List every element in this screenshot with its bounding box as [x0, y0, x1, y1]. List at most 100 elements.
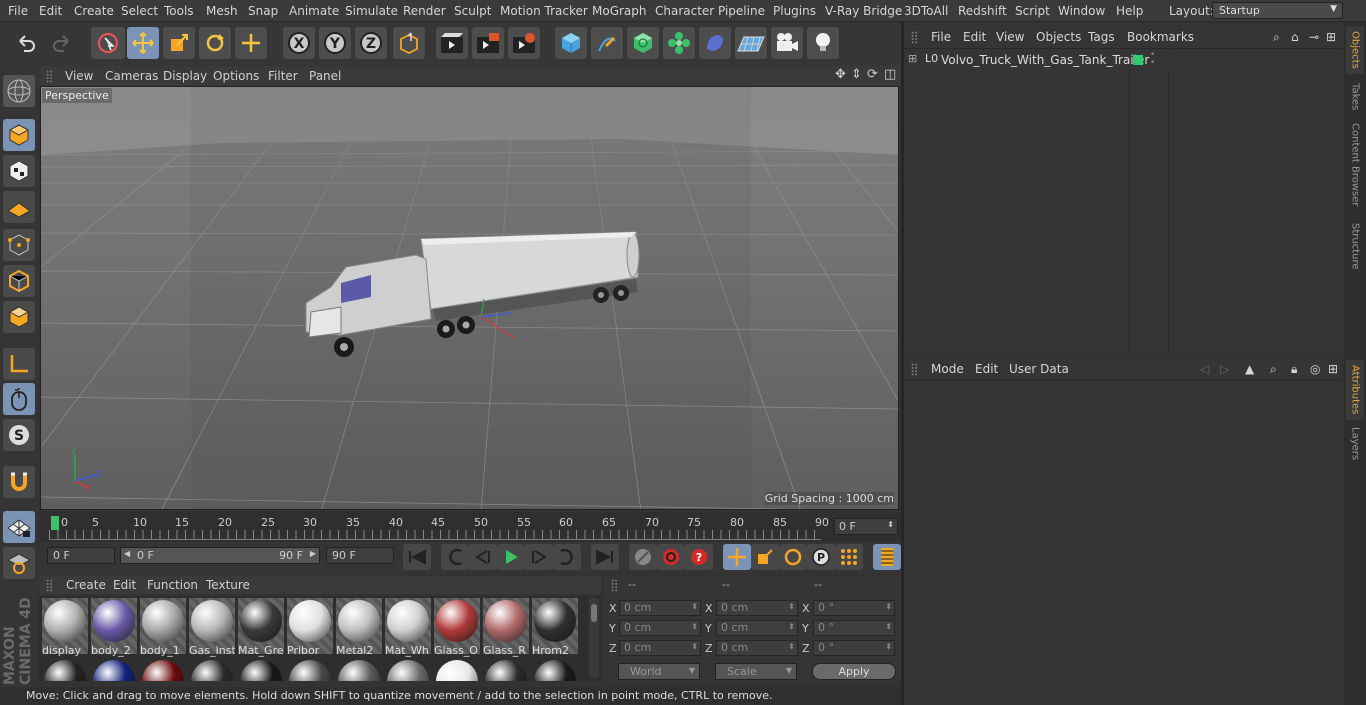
previous-frame-button[interactable]: [469, 544, 497, 570]
go-to-start-button[interactable]: [403, 544, 431, 570]
apply-button[interactable]: Apply: [812, 663, 896, 680]
menu-animate[interactable]: Animate: [289, 4, 339, 18]
magnet-button[interactable]: [3, 466, 35, 498]
rotate-view-icon[interactable]: ⟳: [867, 67, 878, 82]
viewport-menu-view[interactable]: View: [65, 69, 93, 83]
stepper-icon[interactable]: ⬍: [788, 602, 795, 611]
material-swatch[interactable]: [189, 658, 235, 681]
material-swatch[interactable]: Glass_R: [483, 598, 529, 657]
rotation-field[interactable]: 0 ° ⬍: [813, 640, 895, 656]
perspective-viewport[interactable]: Y Z X Grid Spacing : 1000 cm: [40, 86, 899, 510]
position-field[interactable]: 0 cm ⬍: [619, 600, 701, 616]
tab-layers[interactable]: Layers: [1346, 424, 1364, 464]
forward-arrow-icon[interactable]: ▷: [1220, 362, 1229, 376]
menu-render[interactable]: Render: [403, 4, 446, 18]
object-menu-objects[interactable]: Objects: [1036, 30, 1081, 44]
record-disabled-button[interactable]: [629, 544, 657, 570]
material-swatch[interactable]: [287, 658, 333, 681]
object-menu-bookmarks[interactable]: Bookmarks: [1127, 30, 1194, 44]
polygons-mode-button[interactable]: [3, 301, 35, 333]
attribute-menu-mode[interactable]: Mode: [931, 362, 964, 376]
maximize-view-icon[interactable]: ◫: [884, 67, 896, 82]
material-swatch[interactable]: [336, 658, 382, 681]
expand-icon[interactable]: ⊞: [908, 52, 917, 65]
material-menu-function[interactable]: Function: [147, 578, 198, 592]
menu-character[interactable]: Character: [655, 4, 714, 18]
next-frame-button[interactable]: [525, 544, 553, 570]
snap-toggle-button[interactable]: S: [3, 419, 35, 451]
material-swatch[interactable]: body_2: [91, 598, 137, 657]
timeline-window-button[interactable]: [873, 544, 901, 570]
material-swatch[interactable]: [434, 658, 480, 681]
position-field[interactable]: 0 cm ⬍: [619, 640, 701, 656]
object-row[interactable]: ⊞ L0 Volvo_Truck_With_Gas_Tank_Trailer •…: [905, 50, 1341, 70]
material-swatch[interactable]: Pribor: [287, 598, 333, 657]
pen-spline-button[interactable]: [591, 27, 623, 59]
tab-attributes[interactable]: Attributes: [1346, 360, 1364, 420]
key-rotation-button[interactable]: [779, 544, 807, 570]
coordinate-system-button[interactable]: [393, 27, 425, 59]
object-menu-file[interactable]: File: [931, 30, 951, 44]
viewport-menu-panel[interactable]: Panel: [309, 69, 341, 83]
material-swatch[interactable]: Mat_Wh: [385, 598, 431, 657]
autokeying-button[interactable]: ?: [685, 544, 713, 570]
attribute-menu-edit[interactable]: Edit: [975, 362, 998, 376]
menu-edit[interactable]: Edit: [39, 4, 62, 18]
viewport-menu-cameras[interactable]: Cameras: [105, 69, 158, 83]
menu-tools[interactable]: Tools: [164, 4, 194, 18]
rotation-field[interactable]: 0 ° ⬍: [813, 600, 895, 616]
workplane-lock-button[interactable]: [3, 511, 35, 543]
position-field[interactable]: 0 cm ⬍: [619, 620, 701, 636]
rotate-tool-button[interactable]: [199, 27, 231, 59]
key-position-button[interactable]: [723, 544, 751, 570]
stepper-icon[interactable]: ⬍: [788, 642, 795, 651]
object-menu-edit[interactable]: Edit: [963, 30, 986, 44]
select-tool-button[interactable]: [91, 27, 125, 59]
link-icon[interactable]: ⊸: [1309, 30, 1319, 44]
rotation-field[interactable]: 0 ° ⬍: [813, 620, 895, 636]
material-swatch[interactable]: Hrom2: [532, 598, 578, 657]
menu-mesh[interactable]: Mesh: [206, 4, 238, 18]
live-select-button[interactable]: [235, 27, 267, 59]
tab-takes[interactable]: Takes: [1346, 78, 1364, 116]
previous-key-button[interactable]: [441, 544, 469, 570]
timeline-ruler[interactable]: [39, 512, 901, 542]
menu-mograph[interactable]: MoGraph: [592, 4, 647, 18]
scale-tool-button[interactable]: [163, 27, 195, 59]
cloner-button[interactable]: [663, 27, 695, 59]
render-view-button[interactable]: [436, 27, 468, 59]
home-icon[interactable]: ⌂: [1291, 30, 1299, 44]
menu-pipeline[interactable]: Pipeline: [718, 4, 765, 18]
viewport-menu-display[interactable]: Display: [163, 69, 207, 83]
up-arrow-icon[interactable]: ▲: [1245, 362, 1254, 376]
end-frame-field[interactable]: 90 F: [326, 547, 394, 564]
menu-file[interactable]: File: [8, 4, 28, 18]
stepper-icon[interactable]: ⬍: [691, 642, 698, 651]
material-swatch[interactable]: [532, 658, 578, 681]
deformer-button[interactable]: [699, 27, 731, 59]
workplane-grid-button[interactable]: [3, 547, 35, 579]
stepper-icon[interactable]: ⬍: [691, 622, 698, 631]
menu-create[interactable]: Create: [74, 4, 114, 18]
coordinate-system-dropdown[interactable]: World ▼: [618, 663, 700, 680]
menu-3dtoall[interactable]: 3DToAll: [904, 4, 948, 18]
menu-plugins[interactable]: Plugins: [773, 4, 816, 18]
material-swatch[interactable]: Mat_Gre: [238, 598, 284, 657]
material-swatch[interactable]: [238, 658, 284, 681]
dolly-view-icon[interactable]: ⇕: [851, 67, 862, 82]
stepper-icon[interactable]: ⬍: [788, 622, 795, 631]
cube-primitive-button[interactable]: [555, 27, 587, 59]
menu-snap[interactable]: Snap: [248, 4, 278, 18]
object-menu-view[interactable]: View: [996, 30, 1024, 44]
light-button[interactable]: [807, 27, 839, 59]
key-pla-button[interactable]: [835, 544, 863, 570]
menu-motion-tracker[interactable]: Motion Tracker: [500, 4, 588, 18]
undo-button[interactable]: [10, 27, 42, 59]
stepper-icon[interactable]: ⬍: [885, 602, 892, 611]
new-window-icon[interactable]: ⊞: [1326, 30, 1336, 44]
menu-sculpt[interactable]: Sculpt: [454, 4, 491, 18]
tweak-mode-button[interactable]: [3, 383, 35, 415]
camera-button[interactable]: [771, 27, 803, 59]
key-scale-button[interactable]: [751, 544, 779, 570]
viewport-menu-options[interactable]: Options: [213, 69, 259, 83]
